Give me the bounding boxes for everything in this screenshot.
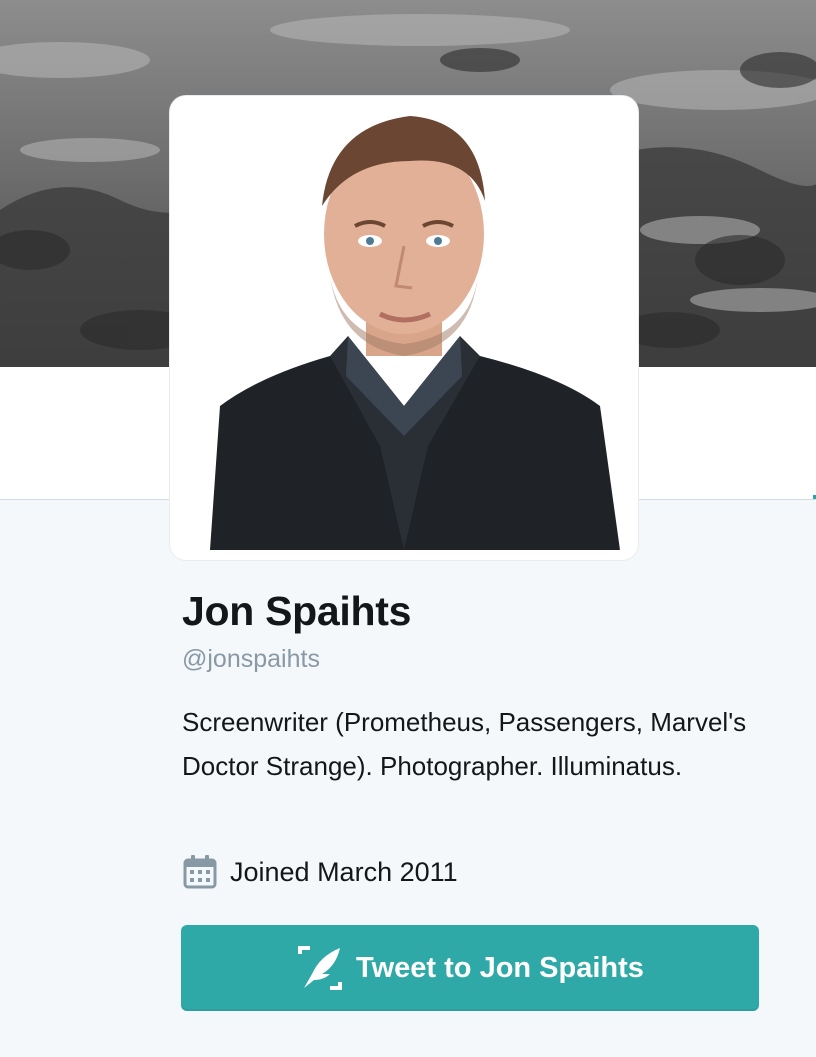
- joined-date: Joined March 2011: [230, 856, 458, 887]
- avatar-frame[interactable]: [170, 96, 638, 560]
- tweet-to-label: Tweet to Jon Spaihts: [356, 951, 644, 984]
- calendar-icon: [183, 855, 217, 889]
- tweet-to-button[interactable]: Tweet to Jon Spaihts: [181, 925, 759, 1011]
- joined-date-row: Joined March 2011: [182, 852, 458, 892]
- compose-quill-icon: [298, 946, 343, 990]
- avatar-photo: [180, 106, 628, 550]
- profile-handle[interactable]: @jonspaihts: [182, 645, 320, 674]
- avatar[interactable]: [180, 106, 628, 550]
- profile-name[interactable]: Jon Spaihts: [182, 588, 411, 635]
- profile-bio: Screenwriter (Prometheus, Passengers, Ma…: [182, 707, 747, 781]
